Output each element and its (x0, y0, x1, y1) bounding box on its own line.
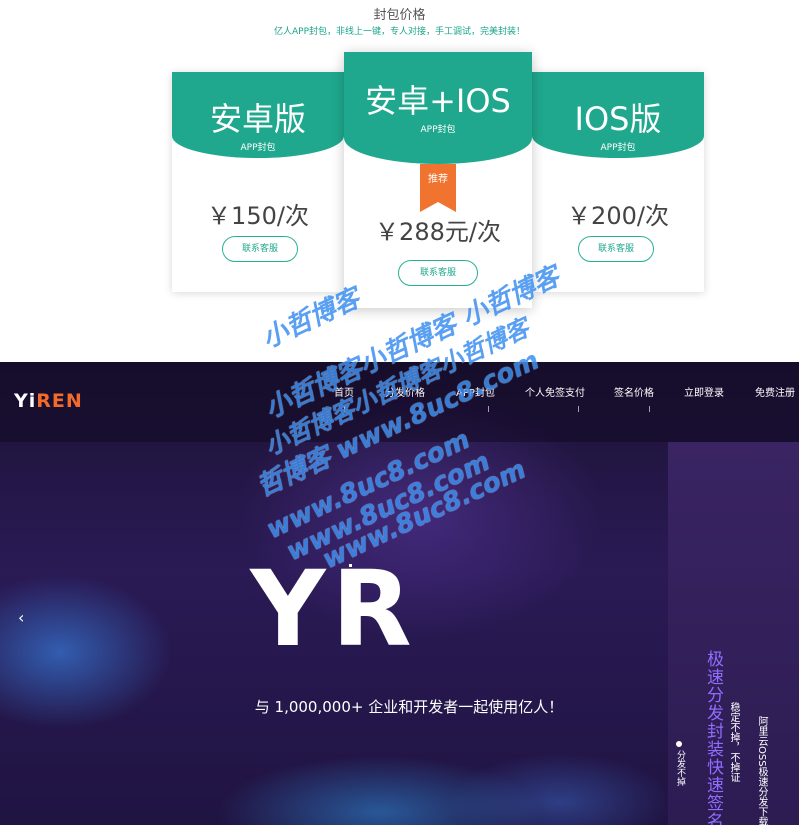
top-navbar: YiREN 首页 分发价格 APP封包 个人免签支付 签名价格 立即登录 免费注… (0, 362, 799, 442)
nav-divider (344, 406, 345, 412)
hero-tagline: 与 1,000,000+ 企业和开发者一起使用亿人！ (254, 698, 564, 716)
logo-part-ren: REN (36, 390, 83, 412)
plan-price: ￥150/次 (207, 202, 309, 230)
plan-price: ￥288元/次 (375, 218, 501, 246)
price-card-ios: IOS版 APP封包 ￥200/次 联系客服 (532, 72, 704, 292)
plan-name: IOS版 (574, 100, 662, 138)
nav-divider (578, 406, 579, 412)
card-header: 安卓+IOS APP封包 (344, 52, 532, 164)
nav-item-app-package[interactable]: APP封包 (456, 384, 495, 399)
nav-divider (420, 406, 421, 412)
pricing-subtitle: 亿人APP封包，非线上一键，专人对接，手工调试，完美封装！ (273, 27, 525, 37)
nav-item-distribution-price[interactable]: 分发价格 (385, 384, 425, 399)
contact-support-button[interactable]: 联系客服 (578, 236, 654, 262)
nav-item-signing-price[interactable]: 签名价格 (614, 384, 654, 399)
plan-name: 安卓+IOS (365, 82, 511, 120)
plan-name: 安卓版 (209, 100, 306, 138)
price-card-android-ios: 安卓+IOS APP封包 推荐 ￥288元/次 联系客服 (344, 52, 532, 308)
contact-support-button[interactable]: 联系客服 (222, 236, 298, 262)
side-headline: 极速分发封装快速签名 (703, 650, 723, 825)
side-feature-2: 阿里云OSS极速分发下载 (756, 716, 767, 825)
plan-subtitle: APP封包 (600, 143, 636, 153)
nav-item-home[interactable]: 首页 (334, 384, 354, 399)
hero-section: YiREN 首页 分发价格 APP封包 个人免签支付 签名价格 立即登录 免费注… (0, 362, 799, 825)
side-feature-3: 分发不掉 (675, 741, 685, 786)
pricing-section: 封包价格 亿人APP封包，非线上一键，专人对接，手工调试，完美封装！ 安卓版 A… (0, 0, 799, 362)
nav-item-register[interactable]: 免费注册 (755, 384, 795, 399)
recommended-badge: 推荐 (420, 164, 456, 212)
plan-subtitle: APP封包 (240, 143, 276, 153)
badge-label: 推荐 (428, 174, 448, 185)
plan-price: ￥200/次 (567, 202, 669, 230)
contact-support-button[interactable]: 联系客服 (398, 260, 478, 286)
logo-part-yi: Yi (14, 390, 37, 412)
nav-item-free-payment[interactable]: 个人免签支付 (525, 384, 585, 399)
nav-item-login[interactable]: 立即登录 (684, 384, 724, 399)
page: 封包价格 亿人APP封包，非线上一键，专人对接，手工调试，完美封装！ 安卓版 A… (0, 0, 799, 825)
card-header: 安卓版 APP封包 (172, 72, 344, 158)
card-header: IOS版 APP封包 (532, 72, 704, 158)
nav-divider (488, 406, 489, 412)
site-logo[interactable]: YiREN (14, 390, 83, 412)
plan-subtitle: APP封包 (420, 125, 456, 135)
price-card-android: 安卓版 APP封包 ￥150/次 联系客服 (172, 72, 344, 292)
nav-divider (649, 406, 650, 412)
pricing-title: 封包价格 (373, 8, 426, 23)
hero-brand-mark: YR (0, 548, 668, 670)
